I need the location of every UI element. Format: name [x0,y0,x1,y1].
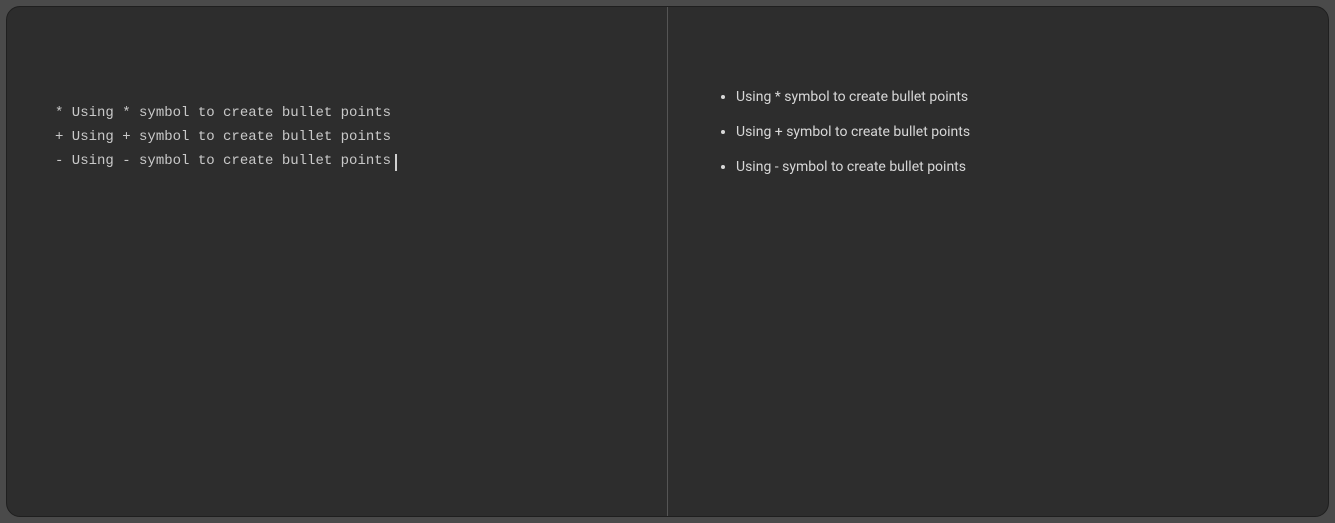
source-line[interactable]: - Using - symbol to create bullet points [55,149,619,173]
markdown-preview-pane: Using * symbol to create bullet points U… [668,7,1328,516]
source-line[interactable]: + Using + symbol to create bullet points [55,125,619,149]
list-item: Using - symbol to create bullet points [736,157,1280,178]
bullet-list: Using * symbol to create bullet points U… [716,87,1280,178]
split-view-container: * Using * symbol to create bullet points… [6,6,1329,517]
text-cursor [395,154,397,171]
markdown-source-pane[interactable]: * Using * symbol to create bullet points… [7,7,668,516]
list-item: Using * symbol to create bullet points [736,87,1280,108]
source-line-text: - Using - symbol to create bullet points [55,153,391,169]
list-item: Using + symbol to create bullet points [736,122,1280,143]
source-line[interactable]: * Using * symbol to create bullet points [55,101,619,125]
